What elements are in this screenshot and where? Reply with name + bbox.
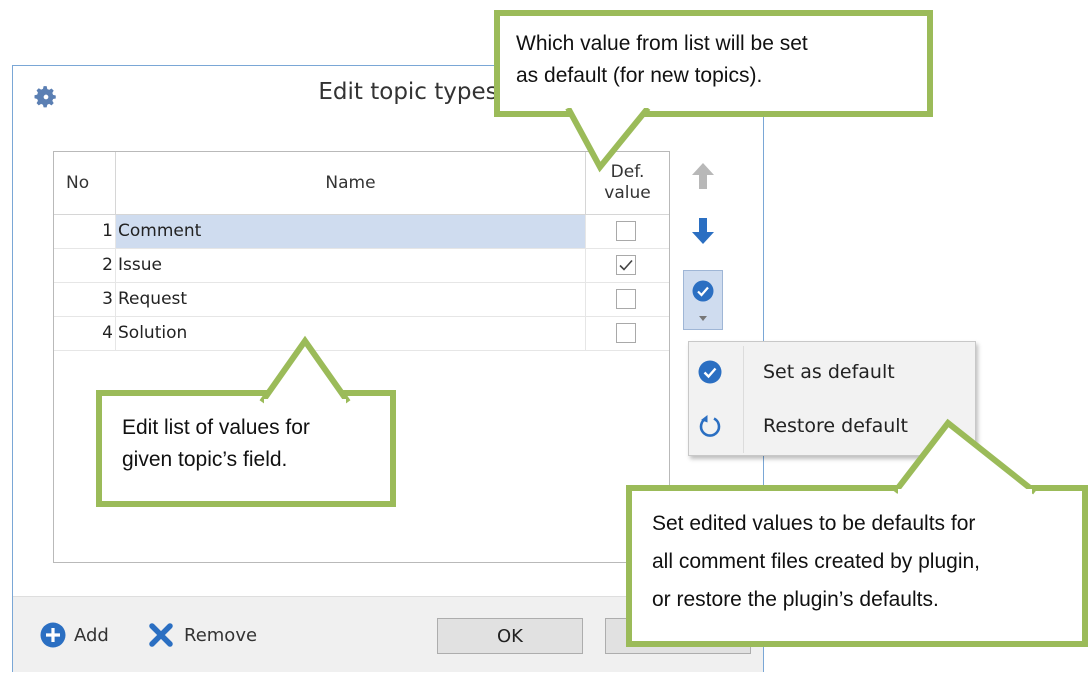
callout-line: as default (for new topics). (516, 64, 763, 87)
callout-tail (259, 335, 351, 407)
move-up-button[interactable] (690, 161, 716, 191)
remove-label: Remove (184, 624, 258, 646)
check-circle-icon (698, 360, 722, 384)
restore-icon (699, 415, 721, 437)
default-checkbox[interactable] (616, 289, 636, 309)
table-row[interactable]: 1 Comment (54, 215, 669, 249)
row-number: 1 (54, 215, 116, 248)
defaults-split-button[interactable] (683, 270, 723, 330)
menu-item-set-as-default[interactable]: Set as default (689, 344, 975, 400)
callout-tail (892, 418, 1037, 497)
callout-line: Which value from list will be set (516, 32, 808, 55)
menu-item-label: Set as default (763, 361, 895, 383)
callout-line: Set edited values to be defaults for (652, 512, 976, 535)
callout-default-value: Which value from list will be set as def… (494, 10, 933, 117)
arrow-up-icon (692, 163, 714, 189)
callout-line: or restore the plugin’s defaults. (652, 588, 939, 611)
plus-circle-icon (40, 622, 66, 648)
row-number: 2 (54, 249, 116, 282)
add-button[interactable]: Add (40, 621, 109, 649)
table-row[interactable]: 3 Request (54, 283, 669, 317)
ok-button[interactable]: OK (437, 618, 583, 654)
callout-line: Edit list of values for (122, 416, 310, 439)
check-circle-icon (692, 280, 714, 302)
column-header-no[interactable]: No (54, 152, 116, 214)
close-icon (149, 623, 173, 647)
move-down-button[interactable] (690, 216, 716, 246)
default-checkbox[interactable] (616, 255, 636, 275)
chevron-down-icon (699, 316, 707, 321)
callout-line: given topic’s field. (122, 448, 288, 471)
default-checkbox[interactable] (616, 221, 636, 241)
row-name[interactable]: Comment (116, 215, 586, 248)
add-label: Add (74, 624, 109, 646)
row-number: 4 (54, 317, 116, 350)
default-checkbox[interactable] (616, 323, 636, 343)
table-row[interactable]: 2 Issue (54, 249, 669, 283)
callout-set-defaults: Set edited values to be defaults for all… (626, 485, 1088, 647)
row-name[interactable]: Issue (116, 249, 586, 282)
column-header-name[interactable]: Name (116, 152, 586, 214)
callout-edit-list: Edit list of values for given topic’s fi… (96, 390, 396, 507)
row-name[interactable]: Request (116, 283, 586, 316)
callout-tail (565, 102, 652, 173)
arrow-down-icon (692, 218, 714, 244)
remove-button[interactable]: Remove (148, 621, 257, 649)
callout-line: all comment files created by plugin, (652, 550, 980, 573)
row-number: 3 (54, 283, 116, 316)
checkmark-icon (619, 259, 633, 271)
column-header-default-line2: value (604, 183, 651, 203)
